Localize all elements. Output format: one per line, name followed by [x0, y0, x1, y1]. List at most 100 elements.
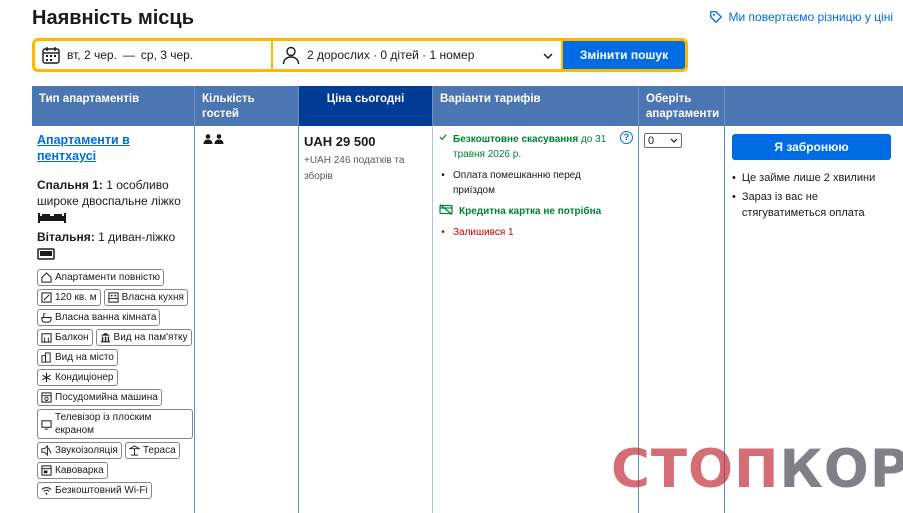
reserve-notes: Це займе лише 2 хвилини Зараз із вас не …: [732, 170, 897, 221]
reserve-button[interactable]: Я забронюю: [732, 134, 891, 160]
dishwasher-icon: [41, 392, 52, 403]
facility-tag: Вид на місто: [37, 349, 118, 366]
facility-label: Власна кухня: [121, 292, 184, 303]
reserve-note: Зараз із вас не стягуватиметься оплата: [732, 189, 897, 221]
select-arrow-icon: [670, 138, 678, 143]
date-separator: —: [122, 48, 135, 62]
select-value: 0: [648, 134, 655, 147]
snowflake-icon: [42, 372, 51, 383]
facility-label: Тераса: [142, 445, 176, 456]
header-reserve: [725, 86, 903, 126]
room-name-link[interactable]: Апартаменти в пентхаусі: [37, 132, 192, 164]
bedroom-info: Спальня 1: 1 особливо широке двоспальне …: [37, 177, 192, 225]
room-type-cell: Апартаменти в пентхаусі Спальня 1: 1 осо…: [37, 132, 193, 499]
home-icon: [41, 272, 52, 283]
facility-tag: Вид на пам'ятку: [95, 329, 192, 346]
pay-before-arrival: • Оплата помешканню перед приїздом: [439, 168, 614, 198]
search-bar: вт, 2 чер. — ср, 3 чер. 2 дорослих · 0 д…: [32, 38, 688, 72]
price-taxes: +UAH 246 податків та зборів: [304, 155, 405, 182]
column-divider: [298, 126, 299, 513]
watermark: СТОПКОР: [611, 440, 903, 500]
check-in-date: вт, 2 чер.: [67, 48, 117, 62]
header-select: Оберіть апартаменти: [639, 86, 725, 126]
facility-label: Кондиціонер: [55, 372, 114, 383]
facility-tag: Апартаменти повністю: [37, 269, 165, 286]
coffee-icon: [41, 465, 52, 476]
facility-label: Апартаменти повністю: [55, 272, 161, 283]
landmark-icon: [100, 332, 110, 343]
check-out-date: ср, 3 чер.: [140, 48, 194, 62]
facility-label: Вид на пам'ятку: [113, 332, 188, 343]
change-search-button[interactable]: Змінити пошук: [563, 41, 685, 69]
free-cancel-label: Безкоштовне скасування: [453, 134, 579, 145]
price-match-label: Ми повертаємо різницю у ціні: [728, 10, 894, 24]
bed2-value: 1 диван-ліжко: [98, 230, 176, 244]
date-picker[interactable]: вт, 2 чер. — ср, 3 чер.: [35, 41, 271, 69]
tv-icon: [41, 419, 52, 430]
facility-tag: Посудомийна машина: [37, 389, 162, 406]
facility-tag: Кавоварка: [37, 462, 108, 479]
rooms-left: • Залишився 1: [439, 225, 614, 240]
bullet: •: [441, 170, 445, 181]
pay-before-label: Оплата помешканню перед приїздом: [453, 170, 581, 196]
no-credit-card-icon: [439, 204, 453, 215]
table-header: Тип апартаментів Кількість гостей Ціна с…: [32, 86, 903, 126]
select-cell: 0: [644, 133, 682, 148]
facility-label: Власна ванна кімната: [55, 312, 157, 323]
facility-label: Телевізор із плоским екраном: [55, 412, 152, 436]
apartments-count-select[interactable]: 0: [644, 133, 682, 148]
options-cell: ? Безкоштовне скасування до 31 травня 20…: [433, 126, 638, 246]
no-card-label: Кредитна картка не потрібна: [459, 206, 602, 217]
facility-label: Кавоварка: [55, 465, 104, 476]
free-cancellation: Безкоштовне скасування до 31 травня 2026…: [439, 132, 614, 162]
bed1-label: Спальня 1:: [37, 178, 103, 192]
header-room-type: Тип апартаментів: [32, 86, 195, 126]
facilities-list: Апартаменти повністю 120 кв. м Власна кухн…: [37, 269, 193, 499]
facility-tag: Телевізор із плоским екраном: [37, 409, 193, 439]
kitchen-icon: [108, 292, 119, 303]
double-bed-icon: [38, 212, 66, 223]
bullet: •: [441, 227, 445, 238]
column-divider: [194, 126, 195, 513]
person-icon: [282, 46, 300, 65]
calendar-icon: [42, 47, 60, 64]
facility-tag: Звукоізоляція: [37, 442, 122, 459]
facility-label: Вид на місто: [55, 352, 114, 363]
help-icon[interactable]: ?: [620, 131, 633, 144]
facility-label: Посудомийна машина: [55, 392, 158, 403]
soundproof-icon: [41, 445, 52, 456]
facility-tag: Балкон: [37, 329, 93, 346]
wifi-icon: [41, 487, 52, 495]
facility-tag: Тераса: [124, 442, 180, 459]
header-options: Варіанти тарифів: [433, 86, 639, 126]
guests-cell: [203, 134, 224, 144]
checkmark-icon: [439, 134, 447, 141]
area-icon: [41, 292, 52, 303]
city-icon: [41, 352, 51, 363]
watermark-part-2: КОР: [779, 439, 903, 500]
header-price: Ціна сьогодні: [299, 86, 433, 126]
price-amount: UAH 29 500: [304, 134, 376, 149]
reserve-note: Це займе лише 2 хвилини: [732, 170, 897, 186]
price-match-link[interactable]: Ми повертаємо різницю у ціні: [709, 10, 894, 24]
facility-tag: Кондиціонер: [37, 369, 118, 386]
no-card-needed: Кредитна картка не потрібна: [439, 204, 614, 219]
facility-label: Безкоштовний Wi-Fi: [55, 485, 148, 496]
two-persons-icon: [203, 134, 224, 144]
facility-label: Балкон: [55, 332, 89, 343]
facility-tag: Власна кухня: [103, 289, 188, 306]
price-cell: UAH 29 500 +UAH 246 податків та зборів: [304, 134, 429, 185]
balcony-icon: [41, 333, 52, 343]
chevron-down-icon: [543, 53, 553, 60]
guests-summary: 2 дорослих · 0 дітей · 1 номер: [307, 48, 475, 62]
facility-tag: 120 кв. м: [37, 289, 101, 306]
page-title: Наявність місць: [32, 7, 195, 29]
facility-tag: Власна ванна кімната: [37, 309, 161, 326]
sofa-bed-icon: [37, 248, 55, 260]
bath-icon: [41, 313, 52, 323]
guests-selector[interactable]: 2 дорослих · 0 дітей · 1 номер: [273, 41, 561, 69]
header-guests: Кількість гостей: [195, 86, 299, 126]
reserve-cell: Я забронюю Це займе лише 2 хвилини Зараз…: [732, 134, 897, 224]
facility-tag: Безкоштовний Wi-Fi: [37, 482, 152, 499]
watermark-part-1: СТОП: [611, 439, 780, 500]
